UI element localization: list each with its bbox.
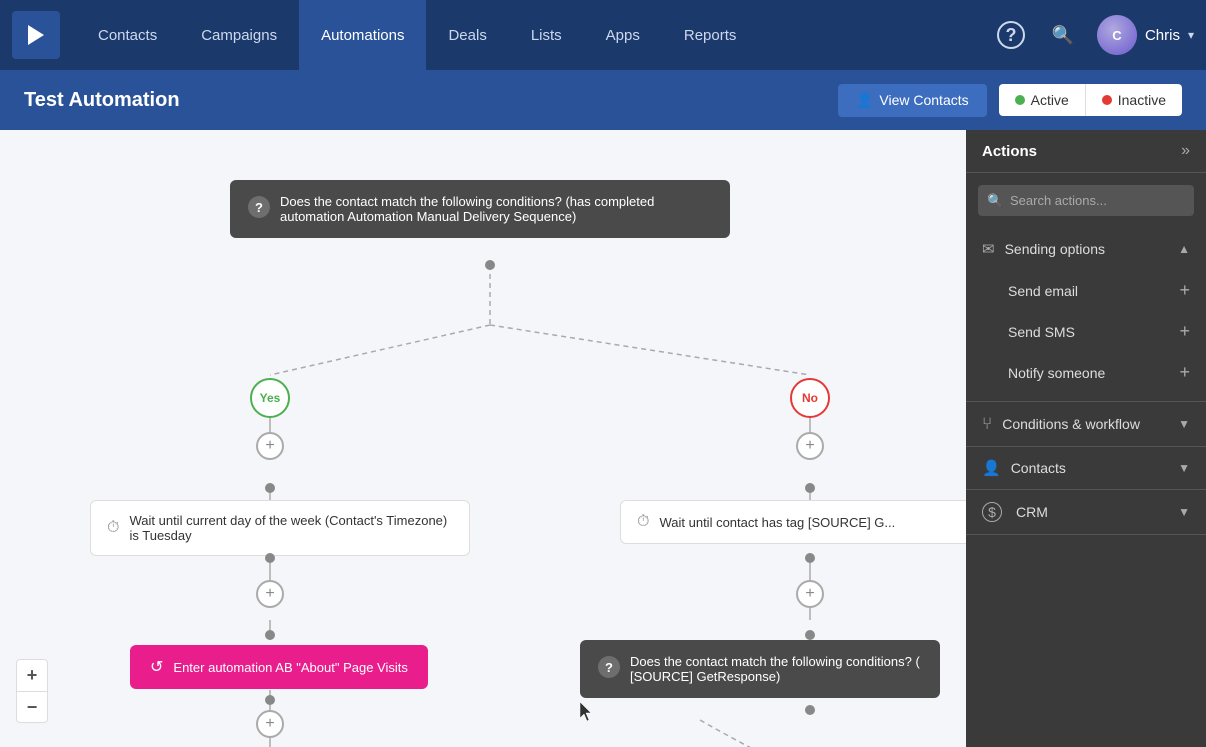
nav-items: Contacts Campaigns Automations Deals Lis… xyxy=(76,0,993,70)
section-crm-label: CRM xyxy=(1016,504,1048,520)
help-button[interactable]: ? xyxy=(993,17,1029,53)
section-sending-body: Send email + Send SMS + Notify someone + xyxy=(966,270,1206,401)
section-crm-chevron: ▼ xyxy=(1178,505,1190,519)
dot-right-3 xyxy=(805,630,815,640)
active-button[interactable]: Active xyxy=(999,84,1085,116)
panel-title: Actions xyxy=(982,143,1037,160)
dot-right-2 xyxy=(805,553,815,563)
status-toggle: Active Inactive xyxy=(999,84,1182,116)
condition-node-2[interactable]: ? Does the contact match the following c… xyxy=(580,640,940,698)
question-icon-1: ? xyxy=(248,196,270,218)
nav-campaigns[interactable]: Campaigns xyxy=(179,0,299,70)
section-conditions: ⑂ Conditions & workflow ▼ xyxy=(966,402,1206,447)
connector-dot-top xyxy=(485,260,495,270)
panel-header: Actions » xyxy=(966,130,1206,173)
dot-left-1 xyxy=(265,483,275,493)
add-button-left-1[interactable]: + xyxy=(256,432,284,460)
nav-deals[interactable]: Deals xyxy=(426,0,508,70)
section-conditions-header[interactable]: ⑂ Conditions & workflow ▼ xyxy=(966,402,1206,446)
search-icon: 🔍 xyxy=(1052,25,1074,46)
send-email-item[interactable]: Send email + xyxy=(966,270,1206,311)
condition-node-1[interactable]: ? Does the contact match the following c… xyxy=(230,180,730,238)
wait-node-right[interactable]: ⏱ Wait until contact has tag [SOURCE] G.… xyxy=(620,500,966,544)
add-button-left-3[interactable]: + xyxy=(256,710,284,738)
send-sms-item[interactable]: Send SMS + xyxy=(966,311,1206,352)
mouse-cursor xyxy=(580,702,594,722)
section-crm-left: $ CRM xyxy=(982,502,1048,522)
notify-someone-item[interactable]: Notify someone + xyxy=(966,352,1206,393)
branch-no: No xyxy=(790,378,830,418)
user-name: Chris xyxy=(1145,27,1180,44)
zoom-in-button[interactable]: + xyxy=(16,659,48,691)
search-actions-icon: 🔍 xyxy=(987,193,1003,209)
section-crm: $ CRM ▼ xyxy=(966,490,1206,535)
clock-icon-right: ⏱ xyxy=(637,513,649,531)
section-sending-left: ✉ Sending options xyxy=(982,240,1105,258)
zoom-out-button[interactable]: − xyxy=(16,691,48,723)
email-icon: ✉ xyxy=(982,240,995,258)
top-nav: Contacts Campaigns Automations Deals Lis… xyxy=(0,0,1206,70)
nav-contacts[interactable]: Contacts xyxy=(76,0,179,70)
search-actions-box: 🔍 xyxy=(978,185,1194,216)
page-title: Test Automation xyxy=(24,89,826,112)
zoom-controls: + − xyxy=(16,659,48,723)
nav-lists[interactable]: Lists xyxy=(509,0,584,70)
dot-left-2 xyxy=(265,553,275,563)
dot-right-4 xyxy=(805,705,815,715)
crm-icon: $ xyxy=(982,502,1002,522)
section-contacts-left: 👤 Contacts xyxy=(982,459,1066,477)
section-sending: ✉ Sending options ▲ Send email + Send SM… xyxy=(966,228,1206,402)
nav-automations[interactable]: Automations xyxy=(299,0,426,70)
avatar: C xyxy=(1097,15,1137,55)
view-contacts-button[interactable]: 👤 View Contacts xyxy=(838,84,987,117)
main-layout: ? Does the contact match the following c… xyxy=(0,130,1206,747)
send-sms-plus: + xyxy=(1179,321,1190,342)
section-sending-header[interactable]: ✉ Sending options ▲ xyxy=(966,228,1206,270)
section-contacts: 👤 Contacts ▼ xyxy=(966,447,1206,490)
search-button[interactable]: 🔍 xyxy=(1045,17,1081,53)
add-button-right-2[interactable]: + xyxy=(796,580,824,608)
active-dot xyxy=(1015,95,1025,105)
enter-automation-node[interactable]: ↺ Enter automation AB "About" Page Visit… xyxy=(130,645,428,689)
conditions-icon: ⑂ xyxy=(982,414,992,434)
section-crm-header[interactable]: $ CRM ▼ xyxy=(966,490,1206,534)
send-email-plus: + xyxy=(1179,280,1190,301)
automation-canvas[interactable]: ? Does the contact match the following c… xyxy=(0,130,966,747)
panel-collapse-button[interactable]: » xyxy=(1181,142,1190,160)
dot-right-1 xyxy=(805,483,815,493)
add-button-left-2[interactable]: + xyxy=(256,580,284,608)
user-chevron-icon: ▾ xyxy=(1188,28,1194,42)
wait-node-left[interactable]: ⏱ Wait until current day of the week (Co… xyxy=(90,500,470,556)
subheader: Test Automation 👤 View Contacts Active I… xyxy=(0,70,1206,130)
nav-apps[interactable]: Apps xyxy=(584,0,662,70)
dot-left-3 xyxy=(265,630,275,640)
nav-reports[interactable]: Reports xyxy=(662,0,759,70)
notify-someone-plus: + xyxy=(1179,362,1190,383)
dot-left-4 xyxy=(265,695,275,705)
section-sending-label: Sending options xyxy=(1005,241,1105,257)
section-conditions-chevron: ▼ xyxy=(1178,417,1190,431)
section-sending-chevron: ▲ xyxy=(1178,242,1190,256)
question-icon-2: ? xyxy=(598,656,620,678)
section-contacts-header[interactable]: 👤 Contacts ▼ xyxy=(966,447,1206,489)
inactive-button[interactable]: Inactive xyxy=(1085,84,1182,116)
contacts-icon: 👤 xyxy=(982,459,1001,477)
section-conditions-left: ⑂ Conditions & workflow xyxy=(982,414,1140,434)
branch-yes: Yes xyxy=(250,378,290,418)
logo[interactable] xyxy=(12,11,60,59)
refresh-icon: ↺ xyxy=(150,657,163,677)
clock-icon-left: ⏱ xyxy=(107,519,119,537)
section-contacts-label: Contacts xyxy=(1011,460,1066,476)
search-actions-input[interactable] xyxy=(978,185,1194,216)
user-menu[interactable]: C Chris ▾ xyxy=(1097,15,1194,55)
person-icon: 👤 xyxy=(856,92,873,109)
section-conditions-label: Conditions & workflow xyxy=(1002,416,1140,432)
branch-svg xyxy=(590,710,890,747)
section-contacts-chevron: ▼ xyxy=(1178,461,1190,475)
nav-right: ? 🔍 C Chris ▾ xyxy=(993,15,1194,55)
inactive-dot xyxy=(1102,95,1112,105)
actions-panel: Actions » 🔍 ✉ Sending options ▲ Send ema… xyxy=(966,130,1206,747)
help-icon: ? xyxy=(997,21,1025,49)
add-button-right-1[interactable]: + xyxy=(796,432,824,460)
